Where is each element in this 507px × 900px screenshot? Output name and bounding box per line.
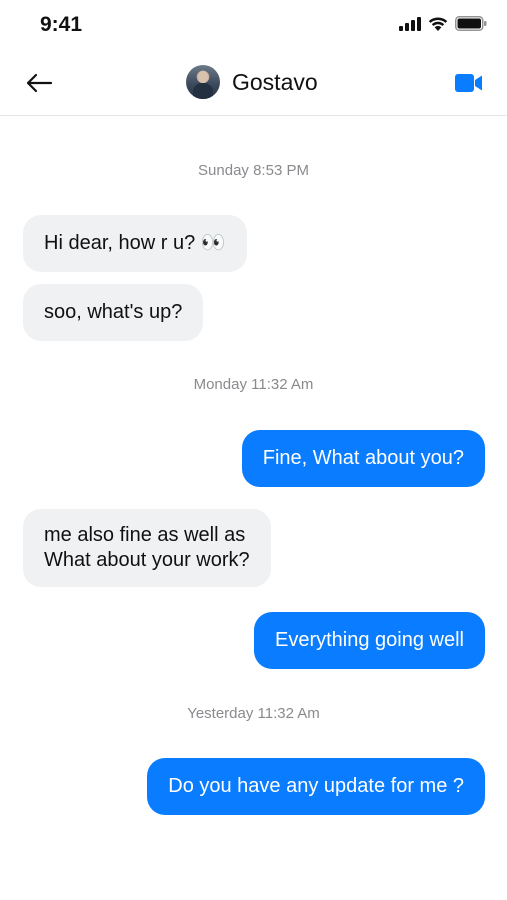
video-call-button[interactable]: [455, 72, 483, 94]
video-camera-icon: [455, 74, 482, 92]
avatar-head: [198, 71, 208, 83]
timestamp: Sunday 8:53 PM: [198, 162, 309, 179]
message-text-line: me also fine as well as: [44, 524, 246, 546]
battery-icon: [455, 16, 487, 31]
message-text: Do you have any update for me ?: [168, 775, 464, 797]
message-bubble-incoming[interactable]: soo, what's up?: [23, 284, 204, 341]
message-bubble-outgoing[interactable]: Fine, What about you?: [241, 430, 485, 487]
status-bar: 9:41: [0, 0, 507, 52]
status-icons: [399, 16, 487, 31]
message-text: soo, what's up?: [44, 301, 183, 323]
message-text-line: What about your work?: [44, 549, 250, 571]
message-bubble-incoming[interactable]: me also fine as well as What about your …: [23, 509, 271, 587]
chat-header: Gostavo: [0, 52, 507, 116]
message-text: Fine, What about you?: [262, 447, 464, 469]
contact-name: Gostavo: [232, 68, 318, 95]
message-bubble-incoming[interactable]: Hi dear, how r u? 👀: [23, 215, 247, 272]
back-button[interactable]: [22, 66, 56, 100]
timestamp: Monday 11:32 Am: [193, 376, 314, 393]
wifi-icon: [428, 17, 448, 31]
signal-icon: [399, 16, 421, 31]
back-arrow-icon: [26, 73, 53, 93]
message-bubble-outgoing[interactable]: Everything going well: [254, 612, 485, 669]
message-text: Hi dear, how r u? 👀: [44, 232, 226, 254]
timestamp: Yesterday 11:32 Am: [187, 705, 320, 722]
avatar-body: [193, 83, 213, 99]
chat-screen: 9:41 Gostavo Sunday 8:53 PM Hi dear, how…: [0, 0, 507, 900]
status-time: 9:41: [40, 13, 83, 36]
contact-info[interactable]: Gostavo: [186, 65, 318, 99]
message-text: Everything going well: [275, 629, 464, 651]
message-bubble-outgoing[interactable]: Do you have any update for me ?: [147, 758, 485, 815]
avatar[interactable]: [186, 65, 220, 99]
